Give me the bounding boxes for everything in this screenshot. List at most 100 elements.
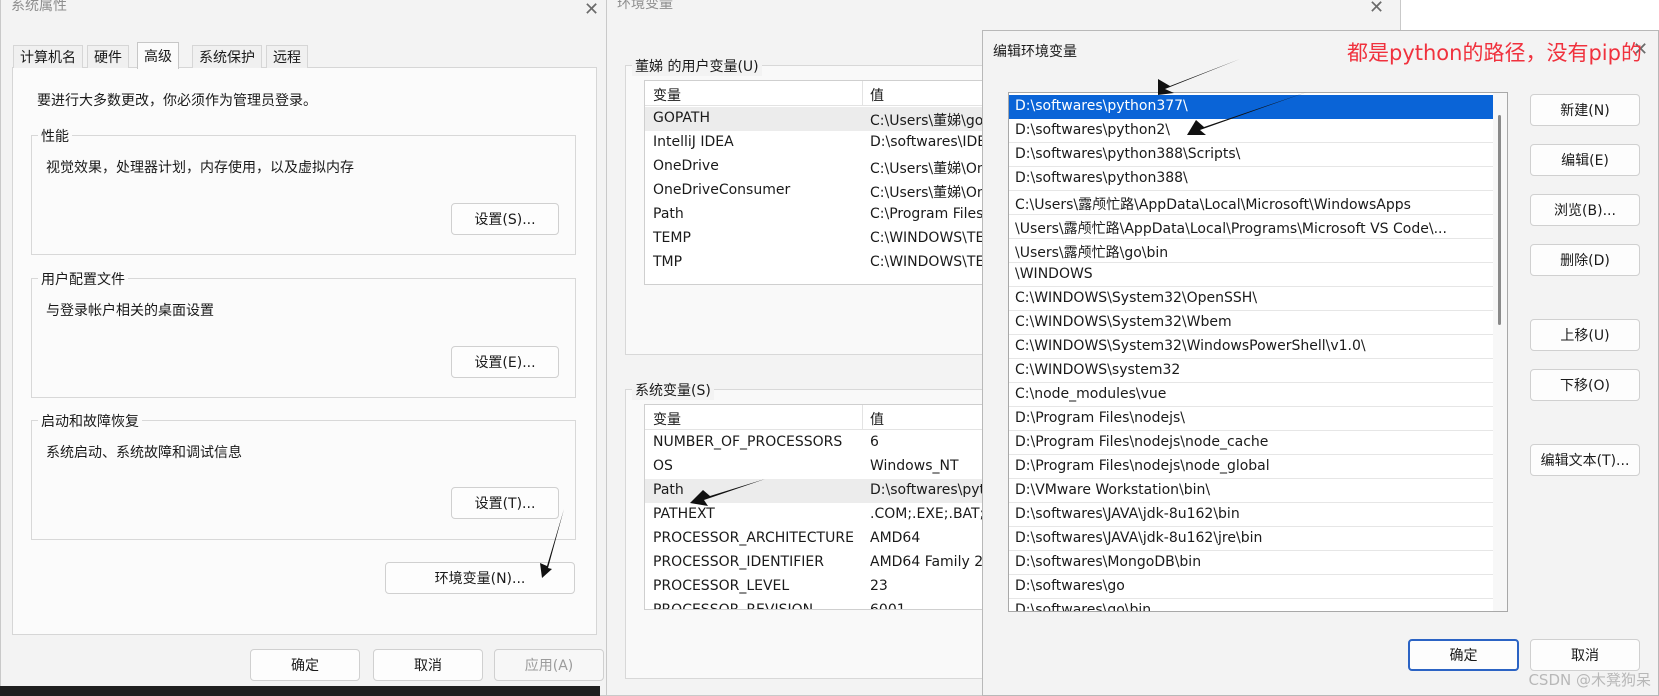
path-entry[interactable]: D:\Program Files\nodejs\node_global bbox=[1009, 455, 1493, 479]
tab-computer-name[interactable]: 计算机名 bbox=[13, 45, 83, 68]
cancel-button[interactable]: 取消 bbox=[373, 649, 483, 681]
path-entry[interactable]: D:\softwares\go bbox=[1009, 575, 1493, 599]
path-entry-text: D:\softwares\go\bin bbox=[1015, 602, 1152, 612]
variable-value: AMD64 bbox=[870, 530, 921, 546]
variable-name: Path bbox=[653, 206, 684, 222]
variable-name: OneDrive bbox=[653, 158, 719, 174]
user-profiles-title: 用户配置文件 bbox=[38, 269, 128, 289]
path-entry-text: C:\node_modules\vue bbox=[1015, 386, 1167, 402]
performance-desc: 视觉效果，处理器计划，内存使用，以及虚拟内存 bbox=[46, 160, 354, 176]
variable-name: OS bbox=[653, 458, 673, 474]
path-entry[interactable]: D:\VMware Workstation\bin\ bbox=[1009, 479, 1493, 503]
path-entry-text: D:\Program Files\nodejs\node_global bbox=[1015, 458, 1270, 474]
admin-notice: 要进行大多数更改，你必须作为管理员登录。 bbox=[37, 93, 317, 109]
browse-button[interactable]: 浏览(B)... bbox=[1530, 194, 1640, 226]
path-entry-text: D:\VMware Workstation\bin\ bbox=[1015, 482, 1211, 498]
startup-recovery-desc: 系统启动、系统故障和调试信息 bbox=[46, 445, 242, 461]
path-entry[interactable]: D:\softwares\python377\ bbox=[1009, 95, 1493, 119]
path-entry-text: C:\WINDOWS\system32 bbox=[1015, 362, 1181, 378]
path-entry[interactable]: C:\WINDOWS\System32\Wbem bbox=[1009, 311, 1493, 335]
user-profiles-settings-button[interactable]: 设置(E)... bbox=[451, 346, 559, 378]
vertical-scrollbar[interactable] bbox=[1493, 93, 1507, 611]
user-profiles-group: 用户配置文件 与登录帐户相关的桌面设置 设置(E)... bbox=[31, 269, 576, 398]
variable-value: C:\WINDOWS\TE bbox=[870, 254, 985, 270]
startup-recovery-settings-button[interactable]: 设置(T)... bbox=[451, 487, 559, 519]
move-up-button[interactable]: 上移(U) bbox=[1530, 319, 1640, 351]
environment-variables-button[interactable]: 环境变量(N)... bbox=[385, 562, 575, 594]
variable-name: PROCESSOR_IDENTIFIER bbox=[653, 554, 824, 570]
column-value[interactable]: 值 bbox=[870, 85, 884, 105]
path-entry[interactable]: C:\WINDOWS\System32\OpenSSH\ bbox=[1009, 287, 1493, 311]
path-entry-text: D:\softwares\MongoDB\bin bbox=[1015, 554, 1202, 570]
path-entry[interactable]: \Users\露颅忙路\AppData\Local\Programs\Micro… bbox=[1009, 215, 1493, 239]
column-value[interactable]: 值 bbox=[870, 409, 884, 429]
path-entry-text: D:\Program Files\nodejs\ bbox=[1015, 410, 1186, 426]
path-entry[interactable]: D:\Program Files\nodejs\node_cache bbox=[1009, 431, 1493, 455]
path-entry[interactable]: C:\WINDOWS\System32\WindowsPowerShell\v1… bbox=[1009, 335, 1493, 359]
new-button[interactable]: 新建(N) bbox=[1530, 94, 1640, 126]
path-entry[interactable]: \WINDOWS bbox=[1009, 263, 1493, 287]
close-icon[interactable]: ✕ bbox=[1369, 0, 1384, 17]
variable-name: Path bbox=[653, 482, 684, 498]
edit-text-button[interactable]: 编辑文本(T)... bbox=[1530, 444, 1640, 476]
window-title: 环境变量 bbox=[617, 0, 673, 12]
path-entry[interactable]: D:\softwares\JAVA\jdk-8u162\bin bbox=[1009, 503, 1493, 527]
variable-value: Windows_NT bbox=[870, 458, 959, 474]
path-entry[interactable]: D:\Program Files\nodejs\ bbox=[1009, 407, 1493, 431]
annotation-text: 都是python的路径，没有pip的 bbox=[1347, 41, 1642, 65]
path-entry-text: D:\softwares\python388\ bbox=[1015, 170, 1188, 186]
path-entry-text: D:\softwares\go bbox=[1015, 578, 1125, 594]
path-entries-list[interactable]: D:\softwares\python377\ D:\softwares\pyth… bbox=[1008, 92, 1508, 612]
path-entry[interactable]: C:\Users\露颅忙路\AppData\Local\Microsoft\Wi… bbox=[1009, 191, 1493, 215]
tab-remote[interactable]: 远程 bbox=[266, 45, 308, 68]
move-down-button[interactable]: 下移(O) bbox=[1530, 369, 1640, 401]
edit-cancel-button[interactable]: 取消 bbox=[1530, 639, 1640, 671]
variable-value: 6 bbox=[870, 434, 879, 450]
path-entry[interactable]: D:\softwares\python388\ bbox=[1009, 167, 1493, 191]
variable-name: PROCESSOR_REVISION bbox=[653, 602, 814, 610]
startup-recovery-title: 启动和故障恢复 bbox=[38, 411, 142, 431]
variable-value: AMD64 Family 2 bbox=[870, 554, 984, 570]
path-entry[interactable]: D:\softwares\MongoDB\bin bbox=[1009, 551, 1493, 575]
variable-name: PROCESSOR_ARCHITECTURE bbox=[653, 530, 854, 546]
path-entry[interactable]: D:\softwares\python388\Scripts\ bbox=[1009, 143, 1493, 167]
window-title: 编辑环境变量 bbox=[993, 44, 1077, 60]
variable-value: 23 bbox=[870, 578, 888, 594]
path-entry-text: C:\Users\露颅忙路\AppData\Local\Microsoft\Wi… bbox=[1015, 197, 1411, 213]
path-entry[interactable]: C:\WINDOWS\system32 bbox=[1009, 359, 1493, 383]
column-divider bbox=[862, 81, 863, 106]
tab-advanced[interactable]: 高级 bbox=[137, 42, 179, 69]
path-entry-text: D:\Program Files\nodejs\node_cache bbox=[1015, 434, 1269, 450]
variable-name: IntelliJ IDEA bbox=[653, 134, 734, 150]
window-title: 系统属性 bbox=[11, 0, 67, 14]
edit-ok-button[interactable]: 确定 bbox=[1408, 639, 1519, 671]
tab-hardware[interactable]: 硬件 bbox=[87, 45, 129, 68]
scrollbar-thumb[interactable] bbox=[1498, 115, 1501, 325]
variable-name: PROCESSOR_LEVEL bbox=[653, 578, 790, 594]
column-variable[interactable]: 变量 bbox=[653, 409, 681, 429]
tab-bar: 计算机名 硬件 高级 系统保护 远程 bbox=[13, 42, 593, 69]
column-variable[interactable]: 变量 bbox=[653, 85, 681, 105]
system-variables-title: 系统变量(S) bbox=[632, 380, 714, 400]
path-entry[interactable]: C:\node_modules\vue bbox=[1009, 383, 1493, 407]
apply-button[interactable]: 应用(A) bbox=[494, 649, 604, 681]
variable-name: OneDriveConsumer bbox=[653, 182, 791, 198]
path-entry-text: D:\softwares\JAVA\jdk-8u162\bin bbox=[1015, 506, 1240, 522]
path-entry[interactable]: D:\softwares\go\bin bbox=[1009, 599, 1493, 612]
variable-value: D:\softwares\pyt bbox=[870, 482, 986, 498]
path-entry-text: C:\WINDOWS\System32\WindowsPowerShell\v1… bbox=[1015, 338, 1366, 354]
path-entry[interactable]: \Users\露颅忙路\go\bin bbox=[1009, 239, 1493, 263]
ok-button[interactable]: 确定 bbox=[250, 649, 360, 681]
path-entry[interactable]: D:\softwares\python2\ bbox=[1009, 119, 1493, 143]
variable-value: C:\Users\董娣\On bbox=[870, 185, 986, 201]
variable-value: .COM;.EXE;.BAT;. bbox=[870, 506, 989, 522]
delete-button[interactable]: 删除(D) bbox=[1530, 244, 1640, 276]
variable-value: C:\WINDOWS\TE bbox=[870, 230, 985, 246]
tab-system-protection[interactable]: 系统保护 bbox=[192, 45, 262, 68]
path-entry-text: D:\softwares\python377\ bbox=[1015, 98, 1188, 114]
close-icon[interactable]: ✕ bbox=[584, 1, 599, 19]
performance-settings-button[interactable]: 设置(S)... bbox=[451, 203, 559, 235]
path-entry-text: \Users\露颅忙路\AppData\Local\Programs\Micro… bbox=[1015, 221, 1447, 237]
path-entry[interactable]: D:\softwares\JAVA\jdk-8u162\jre\bin bbox=[1009, 527, 1493, 551]
edit-button[interactable]: 编辑(E) bbox=[1530, 144, 1640, 176]
